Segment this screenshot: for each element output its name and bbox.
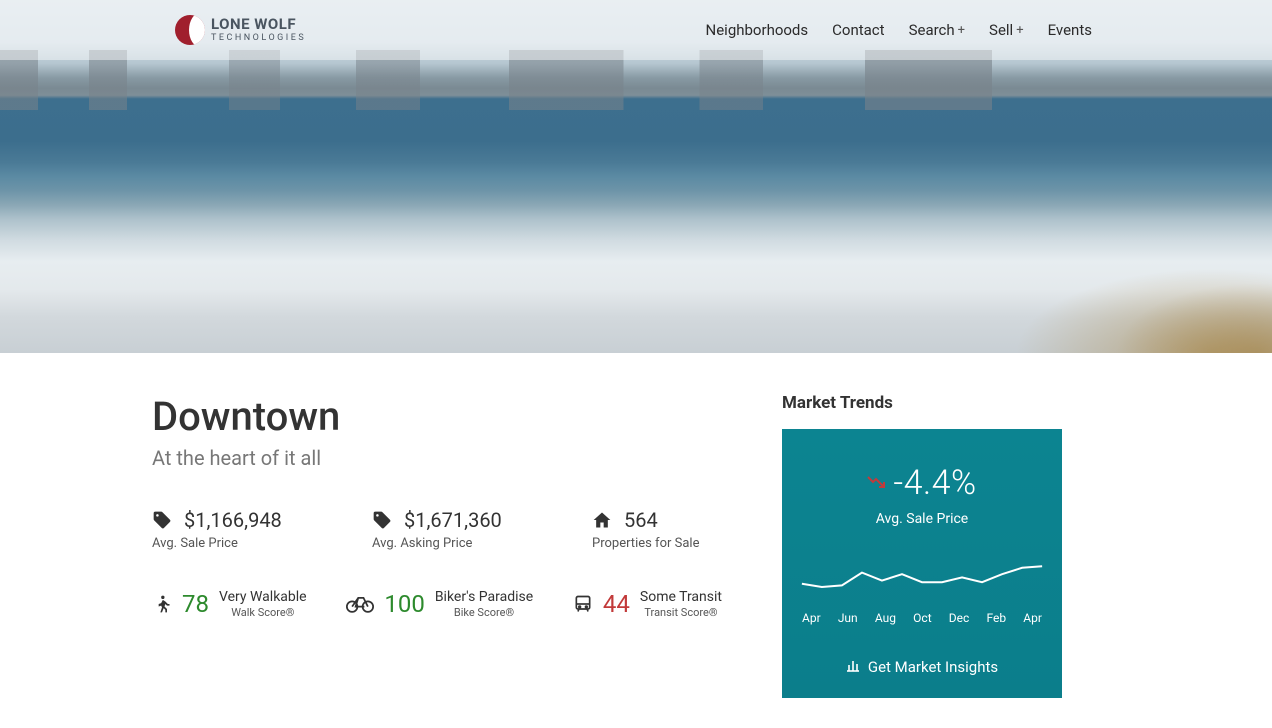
bus-icon — [573, 594, 593, 614]
sparkline-months: Apr Jun Aug Oct Dec Feb Apr — [800, 611, 1044, 625]
stat-for-sale: 564 Properties for Sale — [592, 508, 772, 551]
avg-sale-value: $1,166,948 — [184, 508, 282, 532]
month-label: Jun — [838, 611, 858, 625]
home-icon — [592, 510, 612, 530]
bar-chart-icon — [846, 658, 860, 676]
trend-down-icon — [867, 474, 885, 493]
nav-events[interactable]: Events — [1048, 21, 1092, 39]
brand-logo[interactable]: LONE WOLF TECHNOLOGIES — [175, 15, 306, 45]
walk-icon — [152, 594, 172, 614]
transit-score-desc: Some Transit — [640, 589, 722, 605]
month-label: Feb — [987, 611, 1007, 625]
bike-score-value: 100 — [384, 590, 424, 618]
transit-score: 44 Some Transit Transit Score® — [573, 589, 722, 620]
logo-text: LONE WOLF TECHNOLOGIES — [211, 17, 306, 43]
nav-sell[interactable]: Sell+ — [989, 21, 1024, 39]
tag-icon — [152, 510, 172, 530]
month-label: Dec — [949, 611, 970, 625]
avg-sale-label: Avg. Sale Price — [152, 536, 332, 551]
plus-icon: + — [1016, 23, 1023, 38]
stat-avg-sale: $1,166,948 Avg. Sale Price — [152, 508, 332, 551]
stat-avg-asking: $1,671,360 Avg. Asking Price — [372, 508, 552, 551]
tag-icon — [372, 510, 392, 530]
logo-icon — [175, 15, 205, 45]
walk-score-value: 78 — [182, 590, 209, 618]
sparkline-chart — [800, 553, 1044, 597]
for-sale-label: Properties for Sale — [592, 536, 772, 551]
get-market-insights-button[interactable]: Get Market Insights — [846, 658, 998, 676]
walk-score-desc: Very Walkable — [219, 589, 307, 605]
nav-neighborhoods-label: Neighborhoods — [706, 21, 809, 39]
transit-score-sub: Transit Score® — [640, 607, 722, 620]
month-label: Oct — [913, 611, 931, 625]
bike-score-desc: Biker's Paradise — [435, 589, 533, 605]
nav-search-label: Search — [909, 21, 955, 39]
month-label: Aug — [875, 611, 896, 625]
nav-events-label: Events — [1048, 21, 1092, 39]
walk-score-sub: Walk Score® — [219, 607, 307, 620]
brand-name: LONE WOLF — [211, 17, 306, 32]
score-row: 78 Very Walkable Walk Score® 100 Biker's… — [152, 589, 722, 620]
transit-score-value: 44 — [603, 590, 630, 618]
neighborhood-panel: Downtown At the heart of it all $1,166,9… — [152, 393, 722, 620]
stat-row: $1,166,948 Avg. Sale Price $1,671,360 Av… — [152, 508, 722, 551]
content: Downtown At the heart of it all $1,166,9… — [0, 353, 1272, 728]
market-trends-title: Market Trends — [782, 393, 1062, 413]
for-sale-value: 564 — [624, 508, 658, 532]
topbar: LONE WOLF TECHNOLOGIES Neighborhoods Con… — [0, 0, 1272, 60]
main-nav: Neighborhoods Contact Search+ Sell+ Even… — [706, 21, 1092, 39]
nav-contact[interactable]: Contact — [832, 21, 884, 39]
month-label: Apr — [802, 611, 821, 625]
nav-search[interactable]: Search+ — [909, 21, 965, 39]
bike-score-sub: Bike Score® — [435, 607, 533, 620]
avg-asking-value: $1,671,360 — [404, 508, 502, 532]
market-trends-panel: Market Trends -4.4% Avg. Sale Price Apr … — [782, 393, 1062, 698]
nav-contact-label: Contact — [832, 21, 884, 39]
insights-label: Get Market Insights — [868, 658, 998, 676]
market-change-label: Avg. Sale Price — [800, 511, 1044, 527]
nav-neighborhoods[interactable]: Neighborhoods — [706, 21, 809, 39]
bike-icon — [346, 594, 374, 614]
hero-banner: LONE WOLF TECHNOLOGIES Neighborhoods Con… — [0, 0, 1272, 353]
market-trends-card: -4.4% Avg. Sale Price Apr Jun Aug Oct De… — [782, 429, 1062, 698]
avg-asking-label: Avg. Asking Price — [372, 536, 552, 551]
market-change-value: -4.4% — [893, 463, 976, 503]
bike-score: 100 Biker's Paradise Bike Score® — [346, 589, 533, 620]
walk-score: 78 Very Walkable Walk Score® — [152, 589, 307, 620]
month-label: Apr — [1023, 611, 1042, 625]
neighborhood-title: Downtown — [152, 393, 722, 440]
grass-decor — [972, 133, 1272, 353]
nav-sell-label: Sell — [989, 21, 1013, 39]
brand-subtitle: TECHNOLOGIES — [211, 34, 306, 43]
neighborhood-tagline: At the heart of it all — [152, 446, 722, 470]
plus-icon: + — [958, 23, 965, 38]
